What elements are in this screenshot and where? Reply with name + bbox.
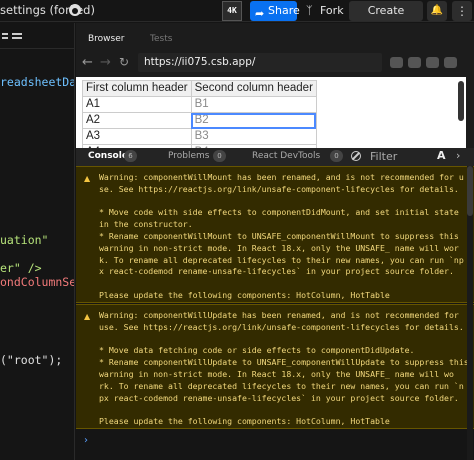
console-scrollbar[interactable] bbox=[467, 166, 473, 460]
warning-line: * Rename componentWillUpdate to UNSAFE_c… bbox=[99, 357, 469, 368]
warning-line: Please update the following components: … bbox=[99, 290, 390, 300]
console-warning: ▲ Warning: componentWillMount has been r… bbox=[76, 166, 474, 303]
tab-tests[interactable]: Tests bbox=[150, 34, 172, 44]
console-output: ▲ Warning: componentWillMount has been r… bbox=[76, 166, 474, 460]
table-cell[interactable]: B3 bbox=[190, 128, 317, 145]
notifications-bell-icon[interactable]: 🔔 bbox=[427, 1, 447, 21]
column-header[interactable]: First column header bbox=[82, 80, 192, 97]
warning-line: Warning: componentWillUpdate has been re… bbox=[99, 310, 459, 320]
warning-line: warning in non-strict mode. In React 18.… bbox=[99, 242, 459, 253]
warning-line: px react-codemod rename-unsafe-lifecycle… bbox=[99, 392, 459, 403]
github-icon[interactable] bbox=[69, 4, 81, 16]
editor-tab-icon[interactable] bbox=[2, 37, 8, 39]
table-row: A3 B3 bbox=[82, 128, 317, 145]
code-line[interactable]: readsheetDat bbox=[0, 75, 74, 89]
top-bar: settings (forked) 4K ➦ Share ᛉ Fork Create… bbox=[0, 0, 474, 37]
tab-react-devtools[interactable]: React DevTools bbox=[252, 151, 320, 161]
warning-line: warning in non-strict mode. In React 18.… bbox=[99, 369, 454, 379]
code-line[interactable]: ondColumnSet bbox=[0, 275, 74, 289]
browser-tabs: Browser Tests bbox=[76, 31, 474, 51]
problems-count-badge: 0 bbox=[213, 150, 226, 162]
back-arrow-icon[interactable]: ← bbox=[82, 55, 93, 70]
warning-line: x react-codemod rename-unsafe-lifecycles… bbox=[99, 266, 454, 277]
console-toolbar: Console 6 Problems 0 React DevTools 0 Fi… bbox=[76, 148, 474, 166]
code-line[interactable]: er" /> bbox=[0, 261, 42, 275]
preview-scrollbar[interactable] bbox=[458, 81, 464, 121]
open-external-icon[interactable] bbox=[444, 57, 457, 68]
share-label: Share bbox=[268, 4, 300, 17]
editor-tab-strip bbox=[0, 23, 74, 49]
column-header[interactable]: Second column header bbox=[190, 80, 317, 97]
table-cell[interactable]: A2 bbox=[82, 112, 192, 129]
code-editor[interactable]: readsheetDat uation" er" /> ondColumnSet… bbox=[0, 23, 75, 460]
more-menu-icon[interactable]: ⋮ bbox=[452, 1, 472, 21]
address-bar-row: ← → ↻ https://ii075.csb.app/ bbox=[76, 51, 474, 75]
warning-line: k. To rename all deprecated lifecycles t… bbox=[99, 254, 464, 265]
warning-icon: ▲ bbox=[84, 174, 91, 183]
warning-line: in the constructor. bbox=[99, 219, 193, 230]
layout-icon[interactable] bbox=[426, 57, 439, 68]
code-line[interactable]: uation" bbox=[0, 233, 48, 247]
table-cell[interactable]: A3 bbox=[82, 128, 192, 145]
tab-browser[interactable]: Browser bbox=[88, 34, 124, 44]
warning-line: Warning: componentWillMount has been ren… bbox=[99, 172, 464, 182]
selected-table-cell[interactable]: B2 bbox=[190, 112, 317, 129]
code-line[interactable]: ("root"); bbox=[0, 353, 62, 367]
devtools-count-badge: 0 bbox=[330, 150, 343, 162]
device-icon[interactable] bbox=[408, 57, 421, 68]
chat-icon[interactable] bbox=[390, 57, 403, 68]
collapse-chevron-icon[interactable]: › bbox=[456, 149, 460, 162]
warning-line: rk. To rename all deprecated lifecycles … bbox=[99, 380, 464, 391]
share-button[interactable]: ➦ Share bbox=[250, 1, 300, 21]
console-filter-input[interactable]: Filter bbox=[366, 148, 432, 166]
fork-button[interactable]: ᛉ Fork bbox=[302, 1, 344, 21]
table-row: A2 B2 bbox=[82, 112, 317, 129]
warning-icon: ▲ bbox=[84, 312, 91, 321]
console-prompt[interactable]: › bbox=[84, 435, 88, 446]
table-row: A1 B1 bbox=[82, 96, 317, 113]
warning-line: use. See https://reactjs.org/link/unsafe… bbox=[99, 321, 464, 332]
font-size-icon[interactable]: A bbox=[437, 149, 446, 162]
tab-problems[interactable]: Problems bbox=[168, 151, 209, 161]
fork-label: Fork bbox=[320, 4, 344, 17]
reload-icon[interactable]: ↻ bbox=[119, 55, 129, 69]
url-input[interactable]: https://ii075.csb.app/ bbox=[138, 53, 382, 72]
warning-line: se. See https://reactjs.org/link/unsafe-… bbox=[99, 183, 459, 194]
forward-arrow-icon[interactable]: → bbox=[100, 55, 111, 70]
clear-console-icon[interactable] bbox=[351, 151, 361, 161]
tab-console[interactable]: Console bbox=[88, 151, 128, 161]
table-cell[interactable]: A1 bbox=[82, 96, 192, 113]
create-sandbox-button[interactable]: Create Sandbox bbox=[349, 1, 423, 37]
avatar[interactable]: 4K bbox=[222, 1, 242, 21]
browser-panel: Browser Tests ← → ↻ https://ii075.csb.ap… bbox=[76, 23, 474, 460]
console-warning: ▲ Warning: componentWillUpdate has been … bbox=[76, 304, 474, 429]
table-cell[interactable]: B1 bbox=[190, 96, 317, 113]
console-count-badge: 6 bbox=[124, 150, 137, 162]
warning-line: * Move data fetching code or side effect… bbox=[99, 345, 415, 356]
fork-icon: ᛉ bbox=[306, 4, 313, 17]
warning-line: * Rename componentWillMount to UNSAFE_co… bbox=[99, 231, 459, 241]
warning-line: * Move code with side effects to compone… bbox=[99, 207, 459, 218]
share-icon: ➦ bbox=[255, 7, 265, 20]
console-scroll-thumb[interactable] bbox=[467, 166, 473, 216]
editor-tab-icon-2[interactable] bbox=[12, 33, 22, 35]
warning-line: Please update the following components: … bbox=[99, 416, 390, 427]
